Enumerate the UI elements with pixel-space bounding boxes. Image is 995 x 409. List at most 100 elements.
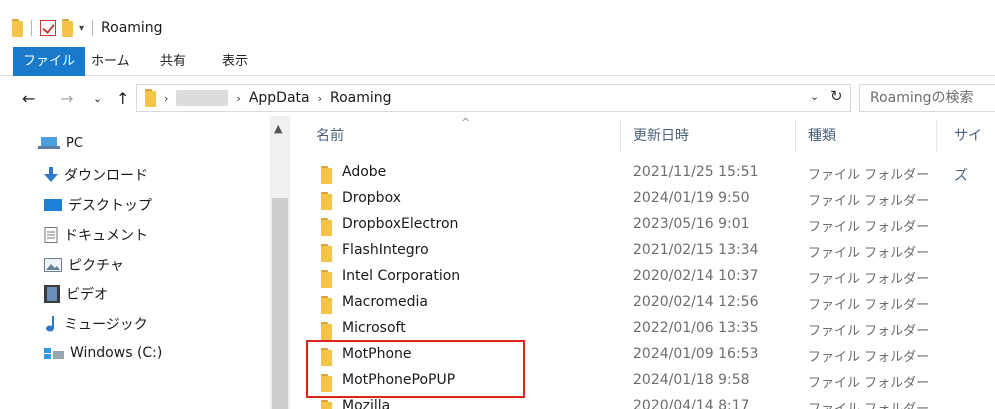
window-title: Roaming	[101, 20, 163, 36]
sidebar-item-downloads[interactable]: ダウンロード	[44, 164, 148, 186]
refresh-icon[interactable]: ↻	[830, 87, 843, 105]
folder-icon	[321, 270, 332, 288]
file-date: 2020/02/14 10:37	[633, 268, 759, 284]
folder-icon	[145, 89, 156, 107]
column-header-size[interactable]: サイズ	[954, 116, 995, 184]
column-header-date[interactable]: 更新日時	[633, 116, 689, 156]
chevron-right-icon[interactable]: ›	[236, 92, 240, 105]
tab-view[interactable]: 表示	[222, 47, 248, 76]
chevron-down-icon[interactable]: ⌄	[810, 90, 819, 103]
file-name[interactable]: Macromedia	[342, 294, 428, 310]
address-bar[interactable]: › › AppData › Roaming	[136, 84, 851, 112]
column-divider[interactable]	[620, 120, 621, 152]
scroll-up-icon[interactable]: ▲	[274, 122, 282, 135]
title-bar: ▾ Roaming	[0, 0, 995, 47]
breadcrumb-appdata[interactable]: AppData	[249, 90, 310, 106]
file-date: 2024/01/09 16:53	[633, 346, 759, 362]
tab-home[interactable]: ホーム	[91, 47, 130, 76]
username-crumb-redacted[interactable]	[176, 90, 229, 106]
tab-file[interactable]: ファイル	[13, 47, 86, 76]
file-type: ファイル フォルダー	[808, 350, 930, 365]
nav-scrollbar-thumb[interactable]	[272, 198, 288, 409]
folder-icon	[321, 400, 332, 409]
navigation-pane: PC ダウンロード デスクトップ ドキュメント ピクチャ ビデオ ミュージック …	[0, 116, 290, 409]
sidebar-item-label: PC	[66, 135, 83, 151]
folder-icon	[321, 166, 332, 184]
table-row[interactable]: Dropbox 2024/01/19 9:50 ファイル フォルダー	[296, 186, 995, 212]
document-icon	[44, 227, 58, 243]
sidebar-item-label: ドキュメント	[64, 228, 148, 244]
sidebar-item-desktop[interactable]: デスクトップ	[44, 194, 152, 216]
properties-checkbox-icon[interactable]	[40, 20, 56, 36]
column-header-name[interactable]: 名前	[316, 116, 344, 156]
tab-share[interactable]: 共有	[160, 47, 186, 76]
new-folder-icon[interactable]	[62, 19, 73, 37]
customize-toolbar-icon[interactable]: ▾	[79, 23, 84, 34]
breadcrumb-roaming[interactable]: Roaming	[330, 90, 392, 106]
file-name[interactable]: Microsoft	[342, 320, 406, 336]
file-type: ファイル フォルダー	[808, 272, 930, 287]
pc-icon	[38, 137, 60, 149]
column-header-type[interactable]: 種類	[808, 116, 836, 156]
file-type: ファイル フォルダー	[808, 298, 930, 313]
drive-icon	[44, 348, 64, 359]
file-type: ファイル フォルダー	[808, 220, 930, 235]
file-date: 2020/04/14 8:17	[633, 398, 750, 409]
back-arrow-icon[interactable]: ←	[22, 88, 35, 110]
table-row[interactable]: Macromedia 2020/02/14 12:56 ファイル フォルダー	[296, 290, 995, 316]
sidebar-item-label: デスクトップ	[68, 198, 152, 214]
folder-icon	[321, 192, 332, 210]
file-date: 2021/02/15 13:34	[633, 242, 759, 258]
file-type: ファイル フォルダー	[808, 194, 930, 209]
ribbon: ファイル ホーム 共有 表示	[0, 47, 995, 76]
desktop-icon	[44, 199, 62, 211]
sidebar-item-label: ダウンロード	[64, 168, 148, 184]
sidebar-item-pictures[interactable]: ピクチャ	[44, 254, 124, 276]
sidebar-item-windows-c[interactable]: Windows (C:)	[44, 342, 162, 364]
column-divider[interactable]	[936, 120, 937, 152]
table-row[interactable]: Intel Corporation 2020/02/14 10:37 ファイル …	[296, 264, 995, 290]
sidebar-item-documents[interactable]: ドキュメント	[44, 224, 148, 246]
sidebar-item-pc[interactable]: PC	[38, 132, 83, 154]
table-row[interactable]: Microsoft 2022/01/06 13:35 ファイル フォルダー	[296, 316, 995, 342]
file-type: ファイル フォルダー	[808, 398, 929, 409]
file-name[interactable]: Adobe	[342, 164, 386, 180]
column-divider[interactable]	[795, 120, 796, 152]
folder-icon	[321, 322, 332, 340]
folder-icon	[321, 244, 332, 262]
sidebar-item-music[interactable]: ミュージック	[44, 313, 148, 335]
address-row: ← → ⌄ ↑ › › AppData › Roaming ⌄ ↻ Roamin…	[0, 84, 995, 114]
file-name[interactable]: Dropbox	[342, 190, 401, 206]
file-type: ファイル フォルダー	[808, 168, 930, 183]
highlight-annotation	[306, 340, 525, 398]
sidebar-item-label: ビデオ	[66, 287, 108, 303]
file-type: ファイル フォルダー	[808, 324, 930, 339]
file-date: 2021/11/25 15:51	[633, 164, 759, 180]
sidebar-item-label: Windows (C:)	[70, 345, 163, 361]
sidebar-item-videos[interactable]: ビデオ	[44, 283, 108, 305]
recent-locations-icon[interactable]: ⌄	[93, 88, 102, 110]
file-name[interactable]: DropboxElectron	[342, 216, 458, 232]
chevron-right-icon[interactable]: ›	[164, 92, 168, 105]
table-row[interactable]: Adobe 2021/11/25 15:51 ファイル フォルダー	[296, 160, 995, 186]
file-date: 2024/01/19 9:50	[633, 190, 750, 206]
file-name[interactable]: Mozilla	[342, 398, 390, 409]
sort-ascending-icon: ^	[461, 116, 471, 129]
folder-icon	[12, 19, 23, 37]
file-name[interactable]: FlashIntegro	[342, 242, 429, 258]
toolbar-divider	[31, 20, 32, 36]
video-icon	[44, 285, 60, 303]
folder-icon	[321, 296, 332, 314]
file-date: 2023/05/16 9:01	[633, 216, 750, 232]
file-name[interactable]: Intel Corporation	[342, 268, 460, 284]
forward-arrow-icon[interactable]: →	[60, 88, 73, 110]
chevron-right-icon[interactable]: ›	[318, 92, 322, 105]
toolbar-divider	[92, 20, 94, 36]
up-arrow-icon[interactable]: ↑	[116, 88, 129, 110]
picture-icon	[44, 258, 62, 272]
download-icon	[44, 167, 58, 182]
search-input[interactable]: Roamingの検索	[859, 84, 995, 112]
table-row[interactable]: DropboxElectron 2023/05/16 9:01 ファイル フォル…	[296, 212, 995, 238]
table-row[interactable]: FlashIntegro 2021/02/15 13:34 ファイル フォルダー	[296, 238, 995, 264]
file-date: 2020/02/14 12:56	[633, 294, 759, 310]
